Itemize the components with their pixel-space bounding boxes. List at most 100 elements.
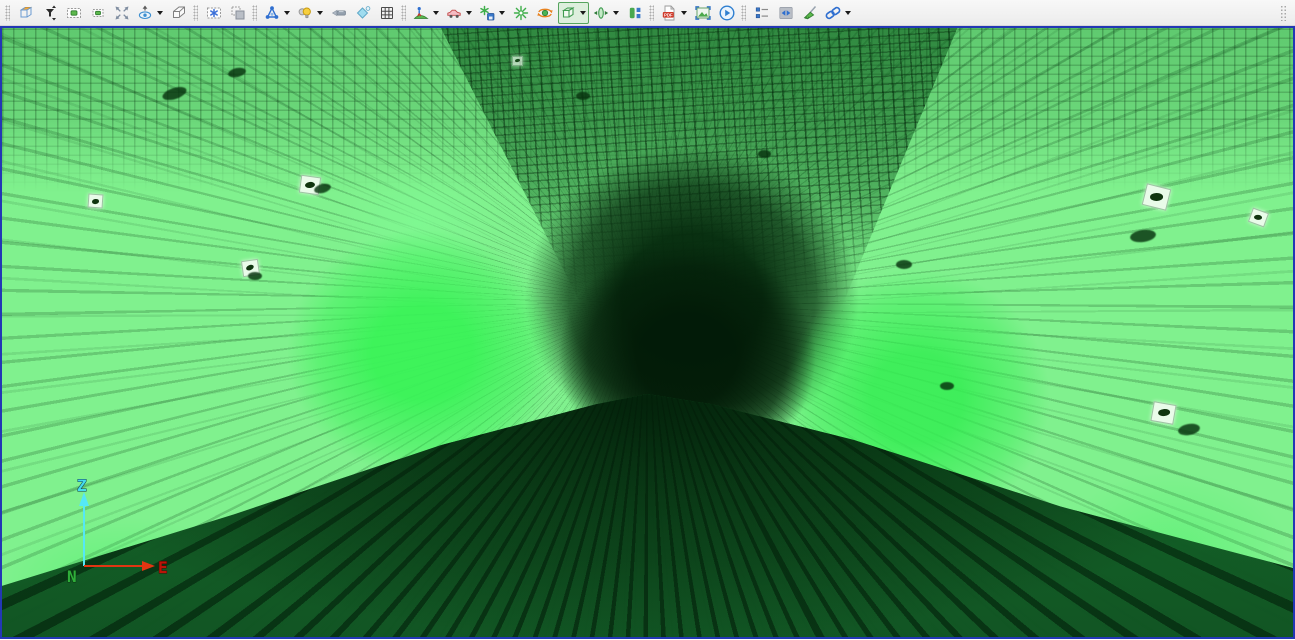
toolbar-group-grip <box>252 4 257 21</box>
occlusion-spot <box>1177 422 1201 437</box>
target-burst-icon <box>512 4 530 22</box>
axis-e-label: E <box>158 558 168 577</box>
export-pdf-button[interactable]: PDF <box>659 2 690 24</box>
zoom-selected-icon <box>89 4 107 22</box>
axis-triad: Z E N <box>67 478 169 587</box>
free-rotate-cube-button[interactable] <box>168 2 190 24</box>
toolbar-overflow-grip[interactable] <box>1280 4 1288 21</box>
headlight-button[interactable] <box>328 2 350 24</box>
dropdown-caret-icon[interactable] <box>433 11 439 15</box>
walk-mode-button[interactable] <box>411 2 442 24</box>
dropdown-caret-icon[interactable] <box>157 11 163 15</box>
toolbar-group-grip <box>649 4 654 21</box>
shading-diamond-icon <box>354 4 372 22</box>
sweep-clean-button[interactable] <box>799 2 821 24</box>
axis-z-label: Z <box>77 478 87 495</box>
axis-n-label: N <box>67 567 77 586</box>
zoom-selection-button[interactable] <box>63 2 85 24</box>
expand-view-arrows-button[interactable] <box>111 2 133 24</box>
legend-list-icon <box>753 4 771 22</box>
clip-plane-icon <box>592 4 610 22</box>
bright-rock-right <box>742 228 1092 568</box>
dropdown-caret-icon[interactable] <box>317 11 323 15</box>
export-image-icon <box>694 4 712 22</box>
occlusion-spot <box>160 84 189 103</box>
application-window: PDF Z E N <box>0 0 1295 640</box>
clip-plane-button[interactable] <box>591 2 622 24</box>
muck-pile-floor <box>2 394 1293 637</box>
occlusion-spot <box>1129 228 1157 244</box>
swap-panes-icon <box>777 4 795 22</box>
export-image-button[interactable] <box>692 2 714 24</box>
center-mesh-texture <box>440 28 958 309</box>
scanline-fan-layer-2 <box>2 28 1293 637</box>
save-view-icon <box>478 4 496 22</box>
grid-display-icon <box>378 4 396 22</box>
play-animation-icon <box>718 4 736 22</box>
svg-text:PDF: PDF <box>664 12 673 17</box>
copy-selection-button[interactable] <box>227 2 249 24</box>
select-asterisk-button[interactable] <box>203 2 225 24</box>
pane-columns-button[interactable] <box>624 2 646 24</box>
dropdown-caret-icon[interactable] <box>681 11 687 15</box>
zoom-selected-button[interactable] <box>87 2 109 24</box>
bright-rock-left <box>242 188 602 518</box>
select-asterisk-icon <box>205 4 223 22</box>
dropdown-caret-icon[interactable] <box>499 11 505 15</box>
sweep-clean-icon <box>801 4 819 22</box>
main-toolbar: PDF <box>0 0 1295 26</box>
occlusion-spot <box>576 92 590 100</box>
dark-tunnel-core <box>522 208 852 508</box>
occlusion-spot <box>758 150 771 158</box>
expand-view-arrows-icon <box>113 4 131 22</box>
dropdown-caret-icon[interactable] <box>845 11 851 15</box>
zoom-data-extents-button[interactable] <box>39 2 61 24</box>
toolbar-group-grip <box>741 4 746 21</box>
survey-target <box>1247 207 1270 228</box>
survey-target <box>87 193 104 209</box>
zoom-data-extents-icon <box>41 4 59 22</box>
save-view-button[interactable] <box>477 2 508 24</box>
occlusion-spot <box>248 272 262 280</box>
vehicle-view-button[interactable] <box>444 2 475 24</box>
toolbar-group-grip <box>401 4 406 21</box>
copy-selection-icon <box>229 4 247 22</box>
swap-panes-button[interactable] <box>775 2 797 24</box>
view-cube-button[interactable] <box>15 2 37 24</box>
play-animation-button[interactable] <box>716 2 738 24</box>
walk-mode-icon <box>412 4 430 22</box>
export-pdf-icon: PDF <box>660 4 678 22</box>
link-views-button[interactable] <box>823 2 854 24</box>
display-mode-cube-button[interactable] <box>558 1 589 24</box>
lighting-bulb-icon <box>296 4 314 22</box>
dropdown-caret-icon[interactable] <box>613 11 619 15</box>
survey-target <box>1141 183 1172 211</box>
3d-viewport[interactable]: Z E N <box>0 26 1295 639</box>
orbit-mode-button[interactable] <box>534 2 556 24</box>
target-burst-button[interactable] <box>510 2 532 24</box>
dropdown-caret-icon[interactable] <box>284 11 290 15</box>
cad-network-button[interactable] <box>262 2 293 24</box>
orbit-mode-icon <box>536 4 554 22</box>
grid-display-button[interactable] <box>376 2 398 24</box>
display-mode-cube-icon <box>559 4 577 22</box>
free-rotate-cube-icon <box>170 4 188 22</box>
survey-target <box>512 56 523 66</box>
vehicle-view-icon <box>445 4 463 22</box>
occlusion-spot <box>896 260 912 269</box>
cad-network-icon <box>263 4 281 22</box>
bright-corner-left <box>2 498 282 637</box>
visibility-eye-button[interactable] <box>135 2 166 24</box>
dropdown-caret-icon[interactable] <box>466 11 472 15</box>
pane-columns-icon <box>626 4 644 22</box>
shading-diamond-button[interactable] <box>352 2 374 24</box>
survey-target <box>1150 401 1177 425</box>
lighting-bulb-button[interactable] <box>295 2 326 24</box>
visibility-eye-icon <box>136 4 154 22</box>
occlusion-spot <box>227 66 247 79</box>
zoom-selection-icon <box>65 4 83 22</box>
headlight-icon <box>330 4 348 22</box>
legend-list-button[interactable] <box>751 2 773 24</box>
toolbar-group-grip <box>193 4 198 21</box>
dropdown-caret-icon[interactable] <box>580 11 586 15</box>
